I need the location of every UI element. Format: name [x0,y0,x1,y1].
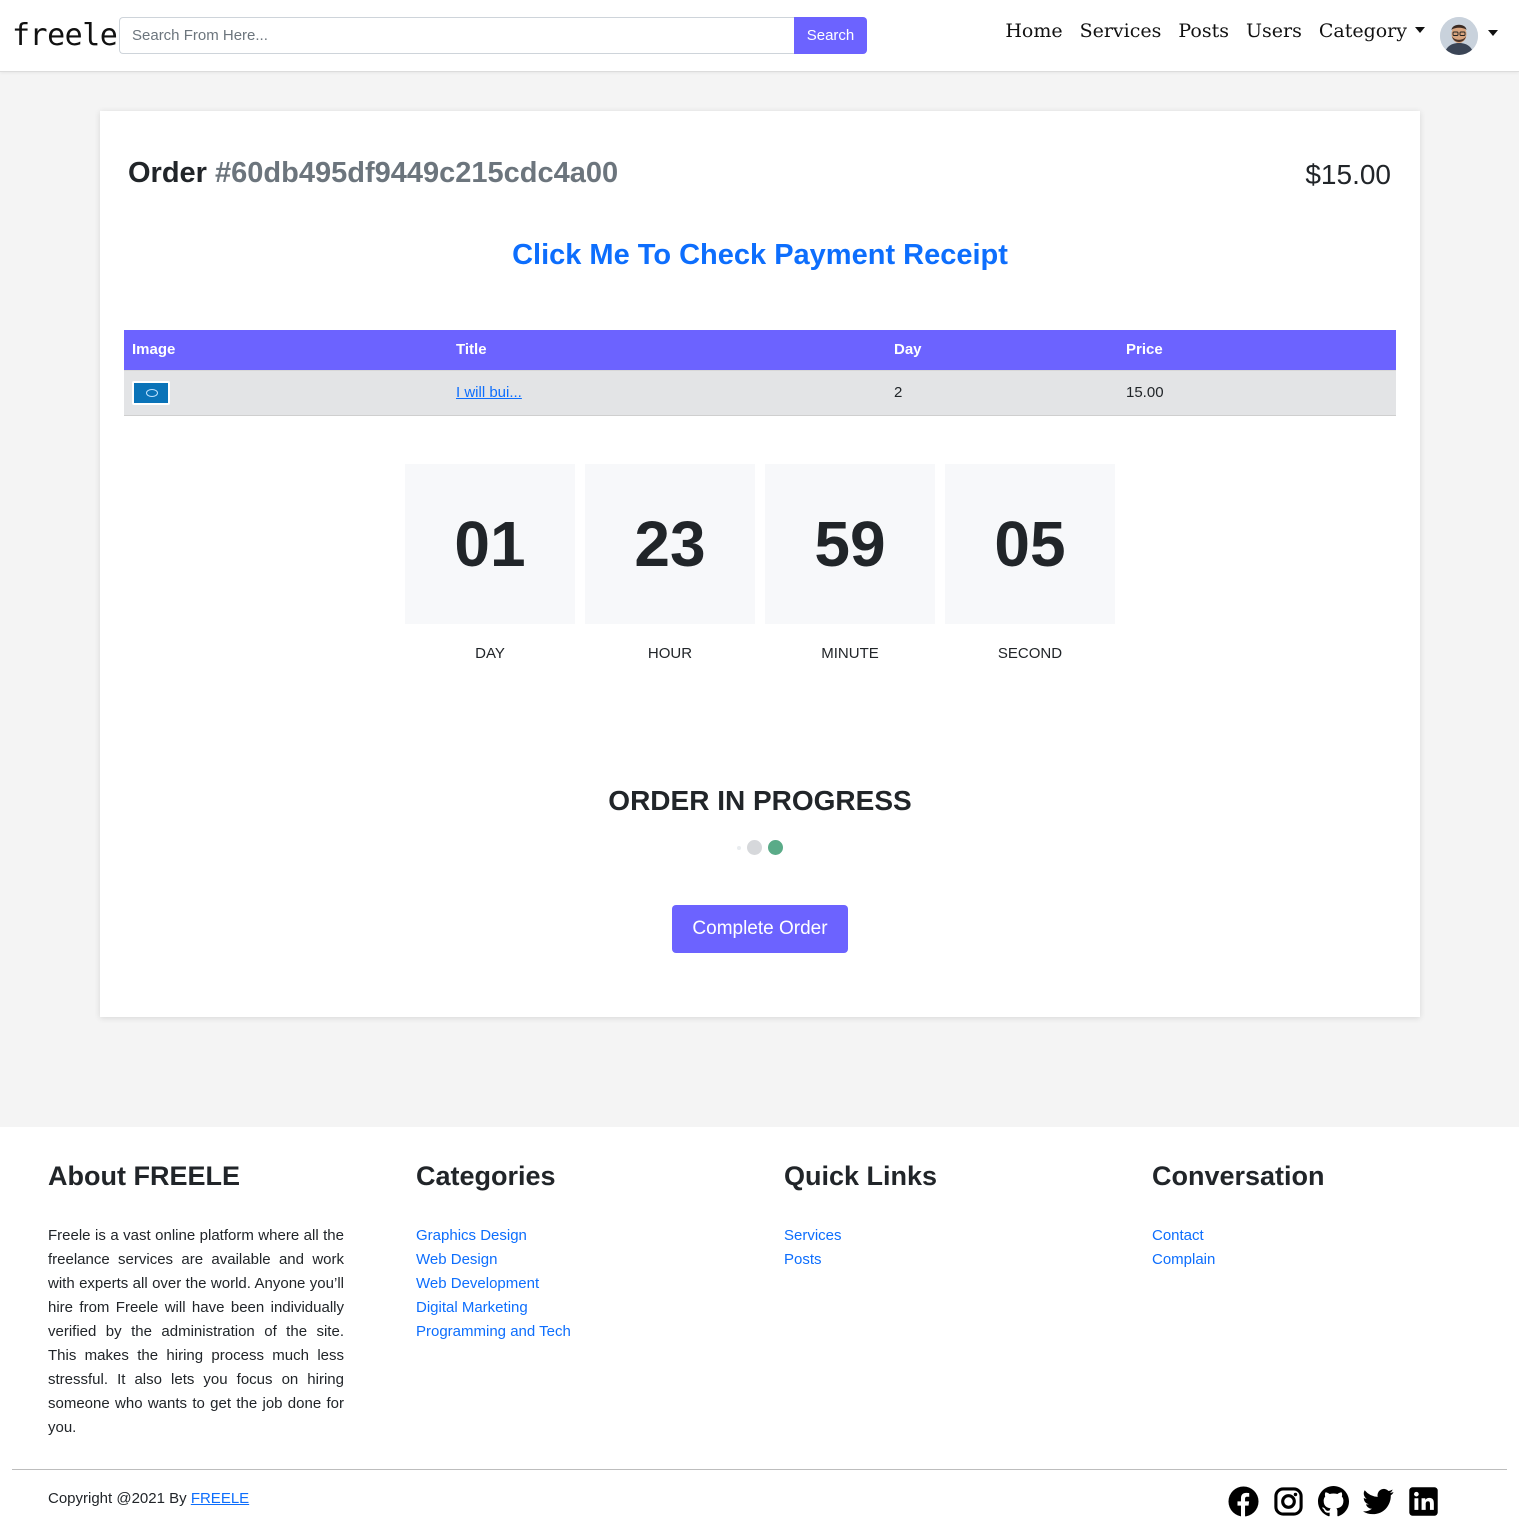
order-card: Order #60db495df9449c215cdc4a00 $15.00 C… [100,111,1420,1017]
countdown-hour: 23 HOUR [585,464,755,662]
footer-categories-title: Categories [416,1161,556,1191]
nav-services[interactable]: Services [1080,20,1162,42]
footer-conversation: Conversation Contact Complain [1152,1161,1325,1272]
footer-divider [12,1469,1507,1470]
complete-order-button[interactable]: Complete Order [672,905,848,953]
footer-link-web-development[interactable]: Web Development [416,1272,571,1296]
brand-logo[interactable]: freele [12,18,118,53]
footer-quick-links-title: Quick Links [784,1161,938,1191]
footer-link-web-design[interactable]: Web Design [416,1248,571,1272]
countdown-day: 01 DAY [405,464,575,662]
twitter-icon[interactable] [1363,1486,1394,1517]
column-header-day: Day [886,330,1118,370]
service-title-link[interactable]: I will bui... [456,384,522,401]
loading-dots-icon [100,840,1420,855]
footer-link-programming-tech[interactable]: Programming and Tech [416,1320,571,1344]
footer-categories: Categories Graphics Design Web Design We… [416,1161,571,1344]
service-thumbnail-image [132,380,170,405]
loading-dot [747,840,762,855]
nav-users[interactable]: Users [1246,20,1302,42]
cell-image [124,369,448,416]
countdown-minute-value: 59 [765,464,935,624]
chevron-down-icon [1415,27,1425,33]
site-footer: About FREELE Freele is a vast online pla… [0,1127,1519,1530]
footer-conversation-title: Conversation [1152,1161,1325,1191]
footer-link-complain[interactable]: Complain [1152,1248,1325,1272]
copyright-prefix: Copyright @2021 By [48,1490,187,1507]
search-form: Search [119,17,867,54]
avatar[interactable] [1440,17,1478,55]
countdown-day-label: DAY [475,645,505,662]
cell-day: 2 [886,369,1118,416]
footer-about: About FREELE Freele is a vast online pla… [48,1161,344,1440]
payment-receipt-link[interactable]: Click Me To Check Payment Receipt [100,239,1420,272]
countdown-day-value: 01 [405,464,575,624]
github-icon[interactable] [1318,1486,1349,1517]
countdown-second-value: 05 [945,464,1115,624]
instagram-icon[interactable] [1273,1486,1304,1517]
countdown-minute-label: MINUTE [821,645,879,662]
table-row: I will bui... 2 15.00 [124,369,1396,416]
order-price: $15.00 [1305,159,1391,190]
nav-posts[interactable]: Posts [1178,20,1229,42]
order-id: #60db495df9449c215cdc4a00 [215,157,619,189]
countdown-second-label: SECOND [997,645,1063,662]
column-header-title: Title [448,330,886,370]
footer-quick-links: Quick Links Services Posts [784,1161,937,1272]
column-header-price: Price [1118,330,1396,370]
nav-category-dropdown[interactable]: Category [1319,20,1425,42]
search-input[interactable] [119,17,794,54]
facebook-icon[interactable] [1228,1486,1259,1517]
search-button[interactable]: Search [794,17,867,54]
copyright-freele-link[interactable]: FREELE [191,1490,249,1507]
cell-price: 15.00 [1118,369,1396,416]
order-title: Order #60db495df9449c215cdc4a00 [128,157,618,190]
countdown-timer: 01 DAY 23 HOUR 59 MINUTE 05 SECOND [405,464,1115,662]
countdown-minute: 59 MINUTE [765,464,935,662]
countdown-second: 05 SECOND [945,464,1115,662]
table-header-row: Image Title Day Price [124,330,1396,370]
footer-about-title: About FREELE [48,1161,240,1191]
column-header-image: Image [124,330,448,370]
footer-link-services[interactable]: Services [784,1224,937,1248]
footer-link-graphics-design[interactable]: Graphics Design [416,1224,571,1248]
loading-dot [768,840,783,855]
nav-category-label: Category [1318,20,1407,42]
footer-link-posts[interactable]: Posts [784,1248,937,1272]
cell-title: I will bui... [448,369,886,416]
order-items-table: Image Title Day Price I will bui... 2 15… [124,330,1396,416]
profile-dropdown-chevron-icon[interactable] [1488,30,1498,36]
loading-dot [737,845,741,850]
social-links [1228,1486,1439,1517]
copyright-text: Copyright @2021 By FREELE [48,1490,249,1507]
countdown-hour-label: HOUR [647,645,693,662]
footer-link-contact[interactable]: Contact [1152,1224,1325,1248]
top-navbar: freele Search Home Services Posts Users … [0,0,1519,72]
countdown-hour-value: 23 [585,464,755,624]
user-avatar-icon [1440,17,1478,55]
linkedin-icon[interactable] [1408,1486,1439,1517]
nav-home[interactable]: Home [1005,20,1062,42]
order-status-title: ORDER IN PROGRESS [608,785,912,816]
footer-link-digital-marketing[interactable]: Digital Marketing [416,1296,571,1320]
nav-links: Home Services Posts Users Category [1005,20,1425,42]
footer-about-text: Freele is a vast online platform where a… [48,1227,344,1436]
order-label: Order [128,157,207,189]
